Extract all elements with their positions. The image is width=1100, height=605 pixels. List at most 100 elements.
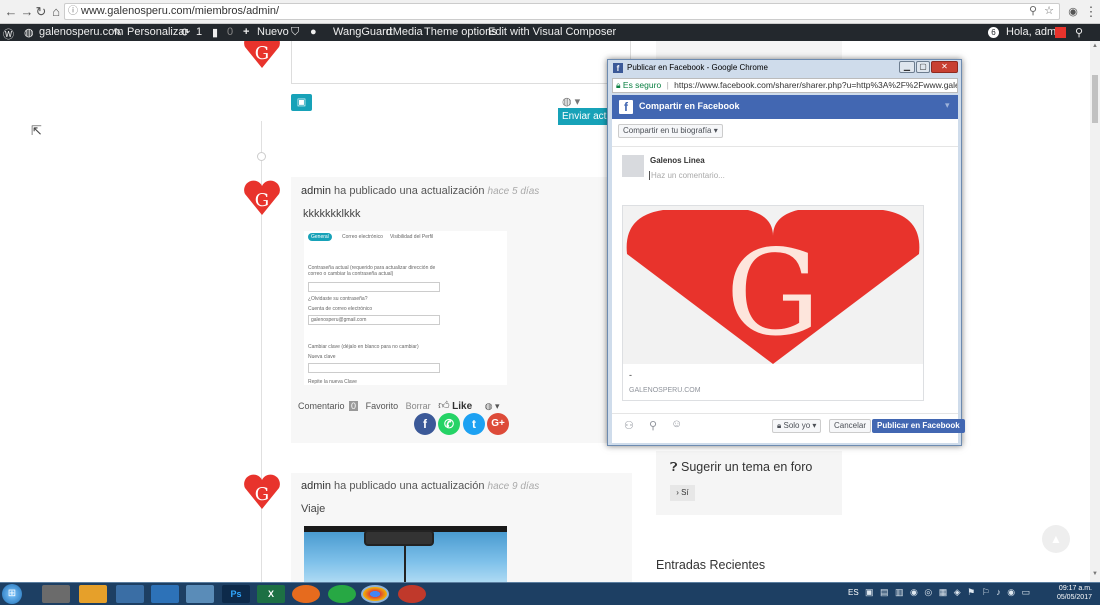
taskbar-app-photoshop-icon[interactable]: Ps <box>222 585 250 603</box>
avatar[interactable]: G <box>243 41 281 69</box>
cancel-button[interactable]: Cancelar <box>829 419 872 433</box>
link-preview[interactable]: G - GALENOSPERU.COM <box>622 205 924 401</box>
taskbar-app-pen-icon[interactable] <box>186 585 214 603</box>
status-dot-icon[interactable]: ● <box>310 26 317 38</box>
location-pin-icon[interactable]: ⚲ <box>649 419 657 432</box>
avatar[interactable]: G <box>243 180 281 216</box>
suggest-yes-button[interactable]: › Sí <box>670 485 695 501</box>
timestamp[interactable]: hace 9 días <box>488 481 540 492</box>
activity-text: Viaje <box>301 503 326 515</box>
publish-button[interactable]: Publicar en Facebook <box>872 419 965 433</box>
scroll-thumb[interactable] <box>1092 75 1098 123</box>
zoom-icon[interactable]: ⚲ <box>1029 4 1037 19</box>
wangguard-link[interactable]: WangGuard <box>333 26 392 38</box>
visual-composer-link[interactable]: Edit with Visual Composer <box>488 26 616 38</box>
shot-current-pw: Contraseña actual (requerido para actual… <box>308 265 436 277</box>
customize-link[interactable]: Personalizar <box>127 26 188 38</box>
notification-badge[interactable]: 6 <box>988 27 999 38</box>
maximize-button[interactable]: ▢ <box>916 61 930 73</box>
taskbar-app-opera-icon[interactable] <box>398 585 426 603</box>
googleplus-share-icon[interactable]: G+ <box>487 413 509 435</box>
site-link[interactable]: galenosperu.com <box>39 26 123 38</box>
page-scrollbar[interactable]: ▲ ▼ <box>1090 41 1100 582</box>
shot-email-field: galenosperu@gmail.com <box>308 315 440 325</box>
search-icon[interactable]: ⚲ <box>1075 26 1083 39</box>
like-button[interactable]: Like <box>452 401 472 412</box>
scroll-down-icon[interactable]: ▼ <box>1092 571 1098 577</box>
chevron-down-icon[interactable]: ▾ <box>945 100 950 111</box>
rtmedia-link[interactable]: rtMedia <box>386 26 423 38</box>
taskbar-app-firefox-icon[interactable] <box>292 585 320 603</box>
tag-friends-icon[interactable]: ⚇ <box>624 419 634 432</box>
shot-repeat-pw: Repite la nueva Clave <box>308 379 357 385</box>
avatar[interactable]: G <box>243 474 281 510</box>
clock[interactable]: 09:17 a.m. 05/05/2017 <box>1042 584 1092 602</box>
privacy-dropdown[interactable]: 🔒︎ Solo yo ▾ <box>772 419 822 433</box>
extension-icon[interactable]: ◉ <box>1064 3 1082 21</box>
taskbar-app-explorer-icon[interactable] <box>116 585 144 603</box>
brush-icon: ✎ <box>113 27 123 39</box>
timestamp[interactable]: hace 5 días <box>488 186 540 197</box>
share-target-dropdown[interactable]: Compartir en tu biografía ▾ <box>618 124 723 138</box>
privacy-globe-icon[interactable]: ◍ ▾ <box>485 401 500 411</box>
activity-meta: admin ha publicado una actualización hac… <box>301 185 539 197</box>
comment-input[interactable]: Haz un comentario... <box>649 171 725 180</box>
suggest-title: ❓︎ Sugerir un tema en foro <box>670 460 812 475</box>
taskbar-app-excel-icon[interactable]: X <box>257 585 285 603</box>
taskbar-app-chrome-icon[interactable] <box>361 585 389 603</box>
author-link[interactable]: admin <box>301 185 331 197</box>
author-link[interactable]: admin <box>301 480 331 492</box>
plugin-shield-icon[interactable]: ⛉ <box>291 26 299 39</box>
system-tray-icons[interactable]: ▣ ▤ ▥ ◉ ◎ ▦ ◈ ⚑ ⚐ ♪ ◉ ▭ <box>865 587 1035 600</box>
taskbar-app-grid-icon[interactable] <box>79 585 107 603</box>
screenshot-image[interactable]: General Correo electrónico Visibilidad d… <box>304 231 507 385</box>
address-bar[interactable]: ⓘ www.galenosperu.com/miembros/admin/ ⚲ … <box>64 3 1060 20</box>
separator: | <box>666 80 669 90</box>
travel-photo[interactable] <box>304 526 507 582</box>
comment-link[interactable]: Comentario <box>298 401 345 411</box>
rosary <box>404 546 406 582</box>
activity-meta: admin ha publicado una actualización hac… <box>301 480 539 492</box>
theme-options-link[interactable]: Theme options <box>424 26 497 38</box>
wordpress-icon[interactable]: Ⓦ <box>3 26 14 42</box>
start-button[interactable]: ⊞ <box>2 584 22 604</box>
close-button[interactable]: ✕ <box>931 61 958 73</box>
facebook-share-icon[interactable]: f <box>414 413 436 435</box>
minimize-button[interactable]: ▁ <box>899 61 915 73</box>
mouse-cursor-icon: ⇱ <box>31 123 42 138</box>
facebook-logo-icon: f <box>619 100 633 114</box>
bookmark-star-icon[interactable]: ☆ <box>1044 4 1054 19</box>
updates-count[interactable]: 1 <box>196 26 202 38</box>
comments-count[interactable]: 0 <box>227 26 233 38</box>
feeling-icon[interactable]: ☺ <box>671 418 682 430</box>
activity-textarea[interactable] <box>291 41 631 84</box>
taskbar-app-shield-icon[interactable] <box>328 585 356 603</box>
recent-posts-title: Entradas Recientes <box>656 558 766 572</box>
info-icon: ⓘ <box>68 6 78 17</box>
menu-icon[interactable]: ⋮ <box>1082 3 1100 21</box>
home-icon[interactable]: ⌂ <box>47 3 65 21</box>
question-icon: ❓︎ <box>670 460 678 474</box>
privacy-globe-icon[interactable]: ◍ ▾ <box>562 95 580 108</box>
whatsapp-share-icon[interactable]: ✆ <box>438 413 460 435</box>
shot-change-pw: Cambiar clave (déjalo en blanco para no … <box>308 344 419 350</box>
scroll-top-button[interactable]: ▲ <box>1042 525 1070 553</box>
windows-taskbar: ⊞ Ps X ES ▣ ▤ ▥ ◉ ◎ ▦ ◈ ⚑ ⚐ ♪ ◉ ▭ 09:17 … <box>0 582 1100 605</box>
shot-field <box>308 363 440 373</box>
shot-tab-general: General <box>308 233 332 241</box>
taskbar-app-tool-icon[interactable] <box>151 585 179 603</box>
new-link[interactable]: Nuevo <box>257 26 289 38</box>
language-indicator[interactable]: ES <box>848 588 859 597</box>
scroll-up-icon[interactable]: ▲ <box>1092 43 1098 49</box>
delete-link[interactable]: Borrar <box>406 401 431 411</box>
popup-address-bar[interactable]: 🔒︎ Es seguro | https://www.facebook.com/… <box>612 78 958 93</box>
taskbar-app-sublime-icon[interactable] <box>42 585 70 603</box>
attach-media-button[interactable]: ▣ <box>291 94 312 111</box>
comment-count[interactable]: 0 <box>349 401 359 411</box>
twitter-share-icon[interactable]: t <box>463 413 485 435</box>
thumbs-up-icon[interactable]: 👍︎ <box>438 400 450 412</box>
admin-avatar[interactable] <box>1055 27 1066 38</box>
favorite-link[interactable]: Favorito <box>366 401 399 411</box>
window-titlebar[interactable]: f Publicar en Facebook - Google Chrome ▁… <box>608 60 961 77</box>
wp-admin-bar: Ⓦ ◍ galenosperu.com ✎ Personalizar ⟳ 1 ▮… <box>0 24 1100 41</box>
